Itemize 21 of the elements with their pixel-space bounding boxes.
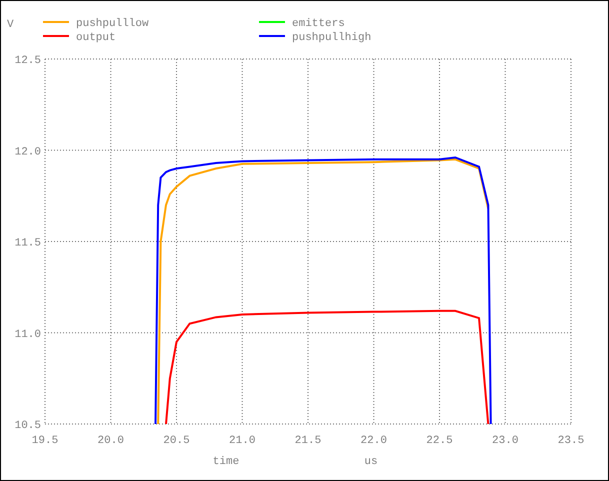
x-tick-label: 22.5 — [426, 435, 453, 447]
x-axis-label: time — [212, 456, 240, 468]
legend-label: pushpullhigh — [292, 32, 372, 44]
x-tick-label: 23.5 — [558, 435, 584, 447]
x-axis-unit: us — [364, 456, 378, 468]
x-tick-label: 21.5 — [294, 435, 322, 447]
legend-label: emitters — [292, 18, 345, 30]
y-tick-label: 12.5 — [14, 55, 41, 67]
x-tick-label: 20.5 — [163, 435, 190, 447]
x-tick-label: 20.0 — [98, 435, 124, 447]
y-tick-label: 12.0 — [14, 146, 41, 158]
x-tick-label: 21.0 — [229, 435, 256, 447]
x-tick-label: 19.5 — [32, 435, 58, 447]
y-tick-label: 10.5 — [14, 420, 41, 432]
x-tick-label: 23.0 — [492, 435, 518, 447]
y-tick-label: 11.0 — [14, 328, 41, 341]
legend-label: output — [76, 32, 116, 44]
y-tick-label: 11.5 — [14, 238, 41, 250]
legend-label: pushpulllow — [76, 18, 149, 30]
x-tick-label: 22.0 — [360, 435, 387, 447]
y-axis-label: V — [7, 19, 14, 31]
